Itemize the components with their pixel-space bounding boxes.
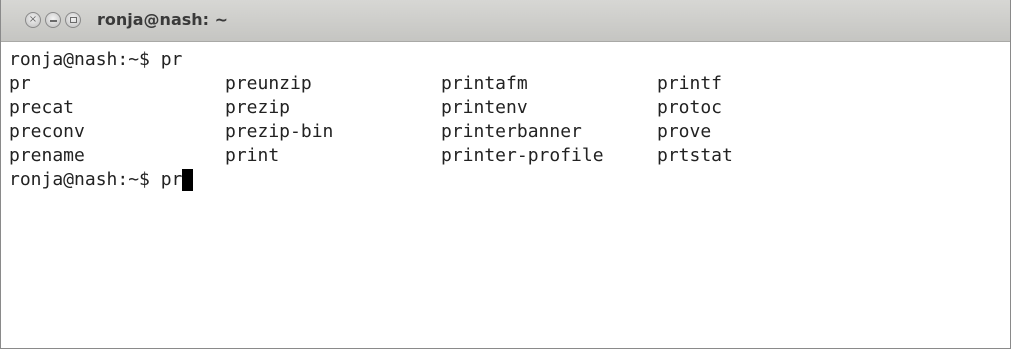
current-prompt-line[interactable]: ronja@nash:~$ pr [9, 168, 1002, 192]
maximize-button[interactable] [65, 12, 81, 28]
completion-item: preunzip [225, 73, 312, 94]
completion-list: pr preunzip printafm printf precat prezi… [9, 72, 1002, 168]
completion-item: prename [9, 145, 85, 166]
completion-item: pr [9, 73, 31, 94]
title-bar[interactable]: × ronja@nash: ~ [1, 0, 1010, 42]
close-button[interactable]: × [25, 12, 41, 28]
completion-item: print [225, 145, 280, 166]
minimize-icon [49, 20, 57, 22]
close-icon: × [28, 14, 38, 25]
completion-item: protoc [657, 97, 723, 118]
completion-item: precat [9, 97, 75, 118]
completion-item: printer-profile [441, 145, 604, 166]
completion-item: printerbanner [441, 121, 582, 142]
minimize-button[interactable] [45, 12, 61, 28]
terminal-content[interactable]: ronja@nash:~$ pr pr preunzip printafm pr… [9, 48, 1002, 348]
completion-item: printf [657, 73, 723, 94]
completion-item: printenv [441, 97, 528, 118]
cursor [182, 169, 194, 191]
terminal-window: × ronja@nash: ~ ronja@nash:~$ pr pr preu… [0, 0, 1011, 349]
maximize-icon [69, 17, 77, 23]
completion-item: prezip [225, 97, 291, 118]
completion-item: printafm [441, 73, 528, 94]
completion-item: preconv [9, 121, 85, 142]
completion-item: prezip-bin [225, 121, 334, 142]
window-title: ronja@nash: ~ [97, 10, 229, 29]
completion-item: prove [657, 121, 712, 142]
prompt-line: ronja@nash:~$ pr [9, 49, 183, 70]
prompt-text: ronja@nash:~$ pr [9, 169, 183, 190]
completion-item: prtstat [657, 145, 733, 166]
